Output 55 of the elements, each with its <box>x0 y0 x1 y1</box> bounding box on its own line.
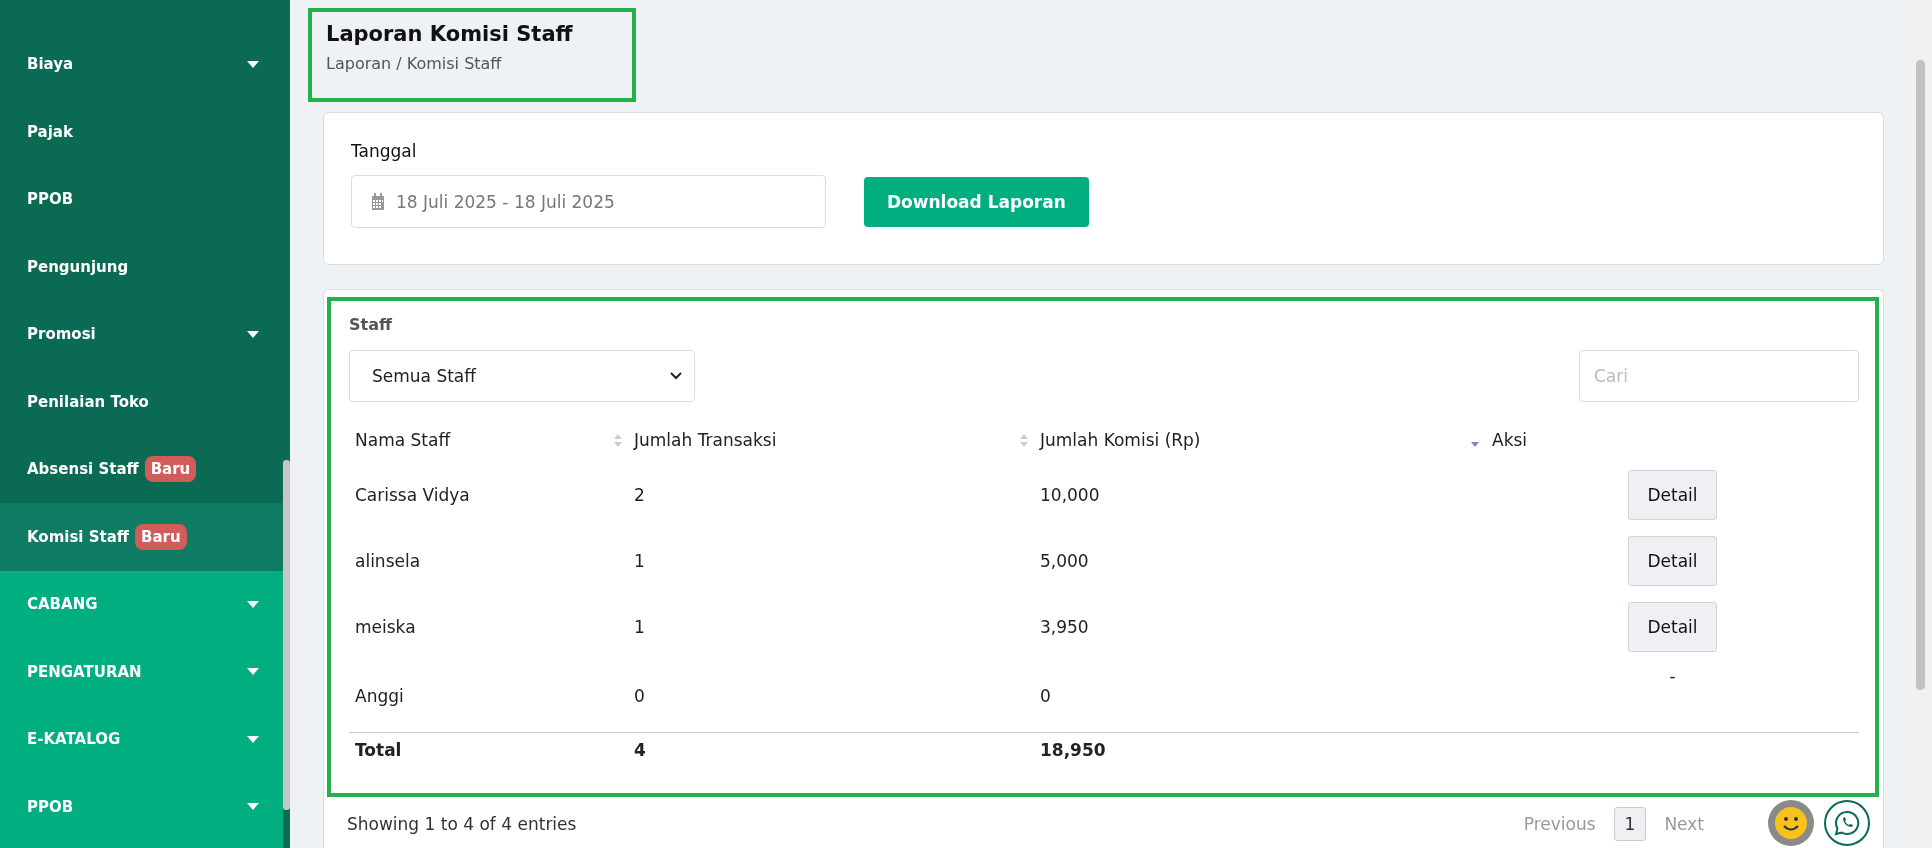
sidebar-item-label: Komisi Staff <box>27 527 129 546</box>
column-header[interactable]: Nama Staff <box>355 430 451 450</box>
sidebar-item-label: Biaya <box>27 55 74 74</box>
detail-button[interactable]: Detail <box>1628 602 1717 652</box>
sort-icon[interactable] <box>614 433 622 447</box>
sidebar-item-label: Pengunjung <box>27 257 129 276</box>
detail-button[interactable]: Detail <box>1628 470 1717 520</box>
table-cell-text: meiska <box>354 616 417 639</box>
table-cell-text: alinsela <box>354 550 422 573</box>
sidebar-item-label: Promosi <box>27 325 96 344</box>
detail-button[interactable]: Detail <box>1628 536 1717 586</box>
sidebar-item-label: PENGATURAN <box>27 662 142 681</box>
table-cell: 0 <box>1034 660 1486 733</box>
smiley-icon <box>1774 806 1808 840</box>
sidebar-item-label: PPOB <box>27 797 74 816</box>
new-badge: Baru <box>135 523 187 550</box>
calendar-icon <box>370 193 386 210</box>
sidebar-item-label: Pajak <box>27 122 73 141</box>
scrollbar-thumb[interactable] <box>1916 60 1925 690</box>
page-title: Laporan Komisi Staff <box>326 22 574 46</box>
staff-select[interactable]: Semua Staff <box>349 350 695 402</box>
table-cell: 0 <box>628 660 1034 733</box>
column-header[interactable]: Aksi <box>1492 430 1528 450</box>
sidebar-item-label: Absensi Staff <box>27 460 139 479</box>
scrollbar-thumb[interactable] <box>283 460 290 810</box>
table-cell: Anggi <box>349 660 628 733</box>
entries-info: Showing 1 to 4 of 4 entries <box>347 814 577 834</box>
search-field[interactable]: Cari <box>1579 350 1859 402</box>
column-header[interactable]: Jumlah Transaksi <box>634 430 777 450</box>
date-label: Tanggal <box>351 141 418 161</box>
table-cell-text: 3,950 <box>1039 616 1090 639</box>
sidebar-item-label: Penilaian Toko <box>27 392 149 411</box>
table-cell-text: 5,000 <box>1039 550 1090 573</box>
sidebar-item[interactable]: Komisi Staff Baru <box>0 503 283 571</box>
new-badge: Baru <box>144 456 197 483</box>
staff-label: Staff <box>349 315 393 334</box>
table-cell-text: 1 <box>633 616 646 639</box>
table-cell: 4 <box>628 732 1034 767</box>
chevron-icon <box>670 372 682 380</box>
table-cell: - <box>1669 666 1676 686</box>
sidebar-item-label: PPOB <box>27 190 74 209</box>
whatsapp-icon <box>1834 810 1860 836</box>
breadcrumb: Laporan / Komisi Staff <box>326 54 503 73</box>
table-cell: 18,950 <box>1034 732 1486 767</box>
table-cell-text: 1 <box>633 550 646 573</box>
column-header[interactable]: Jumlah Komisi (Rp) <box>1040 430 1201 450</box>
table-cell-text: Carissa Vidya <box>354 484 471 507</box>
table-cell: Total <box>349 732 628 767</box>
page-button[interactable]: 1 <box>1613 807 1647 841</box>
table-cell-text: 2 <box>633 484 646 507</box>
table-cell-text: 10,000 <box>1039 484 1101 507</box>
sort-icon[interactable] <box>1020 433 1028 447</box>
date-range-field[interactable]: 18 Juli 2025 - 18 Juli 2025 <box>351 175 826 228</box>
sidebar-item-label: CABANG <box>27 595 98 614</box>
sidebar-item-label: E-KATALOG <box>27 730 121 749</box>
